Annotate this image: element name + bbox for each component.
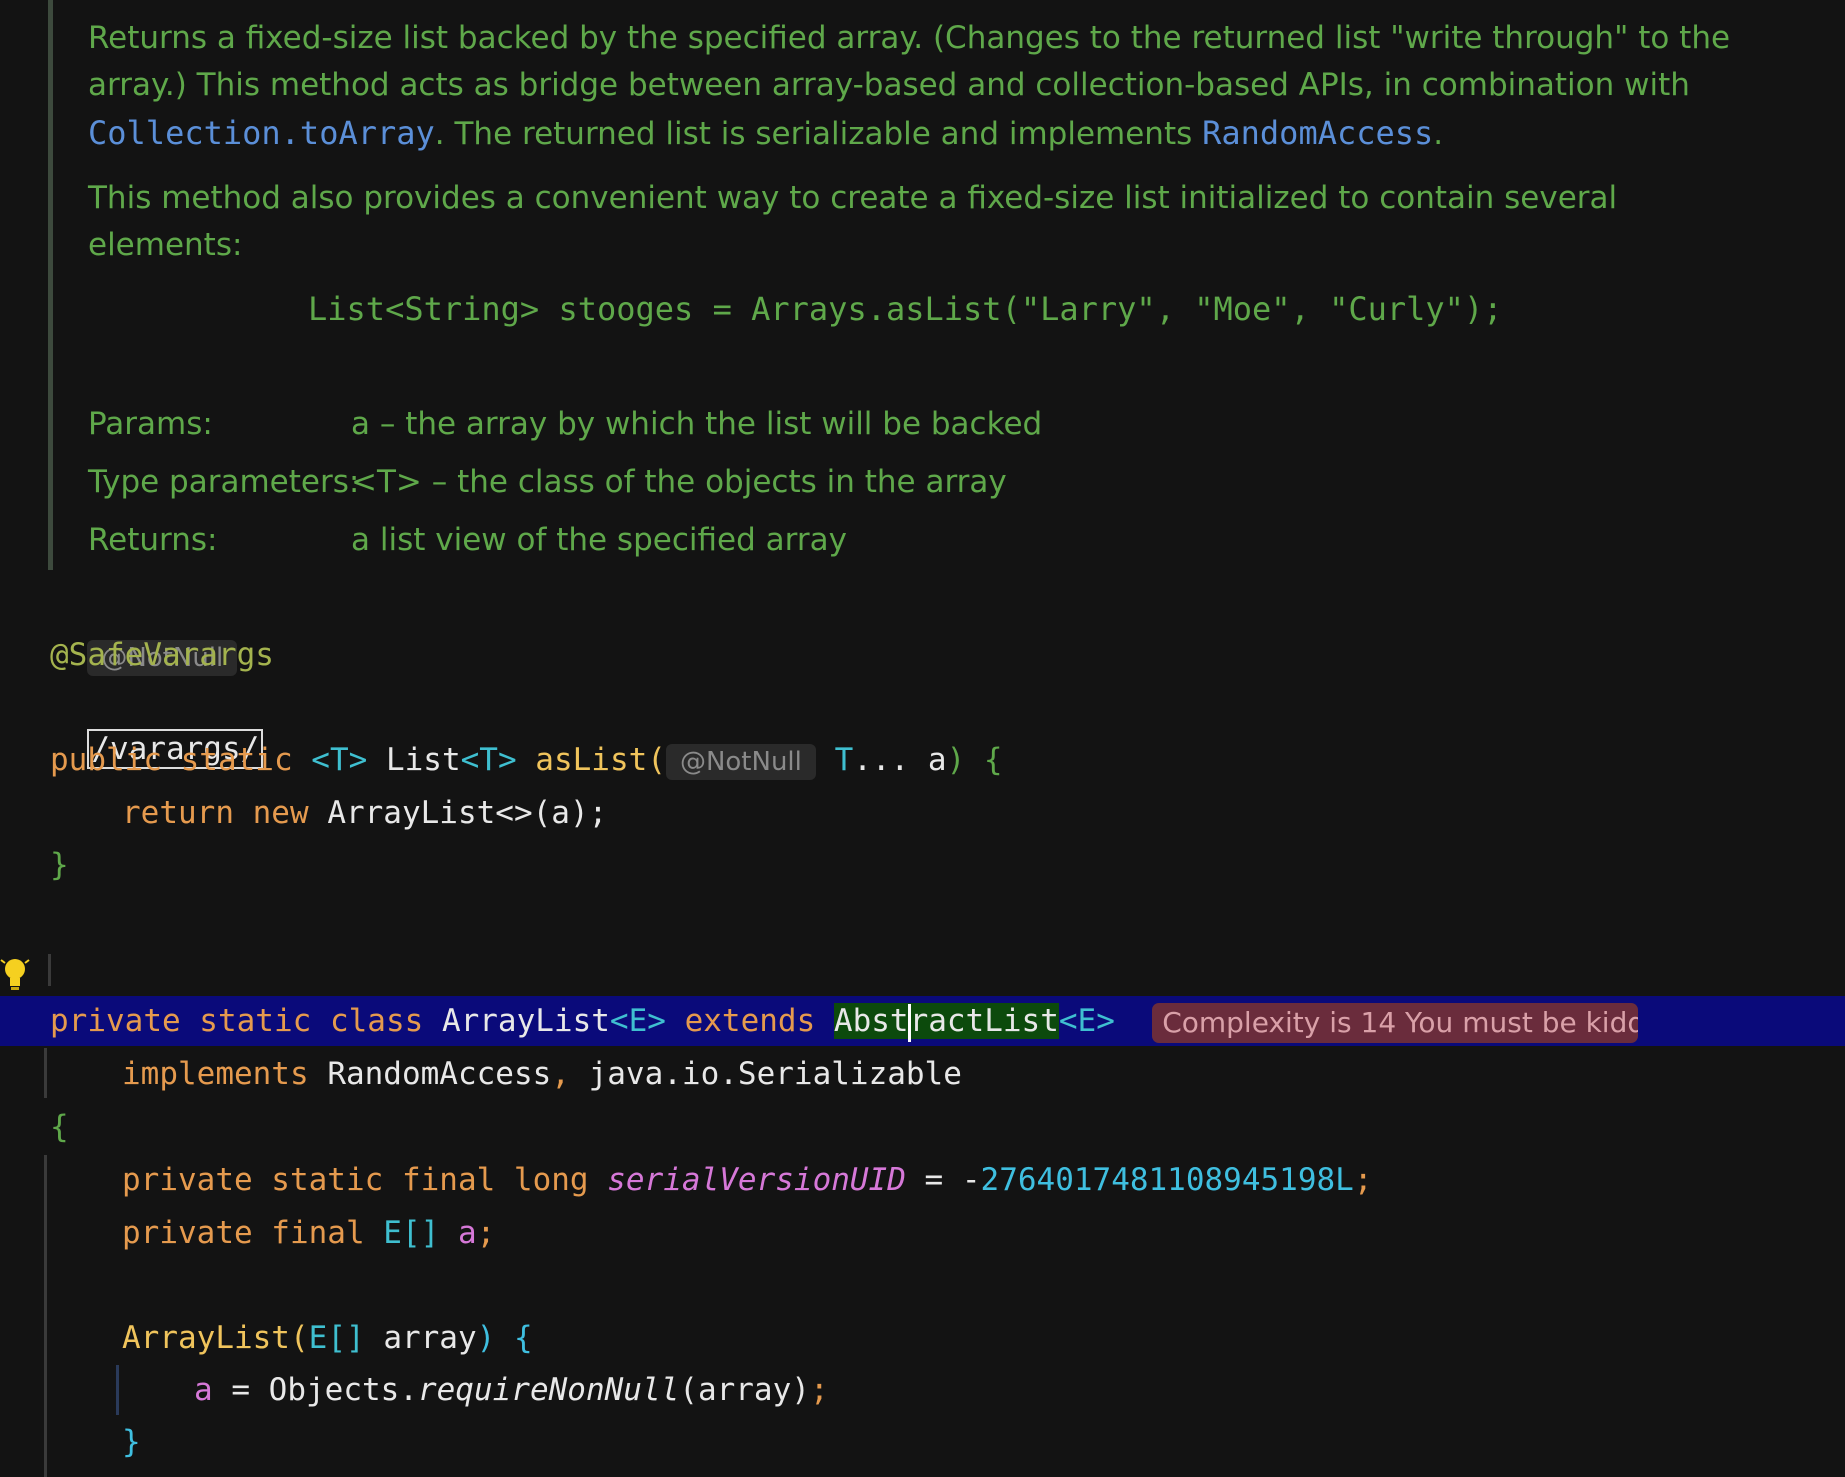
randomaccess-link[interactable]: RandomAccess xyxy=(1202,114,1433,152)
superclass-name[interactable]: AbstractList xyxy=(833,1003,1059,1042)
interface-name: RandomAccess xyxy=(327,1056,552,1092)
code-line-aslist: public static <T> List<T> asList(@NotNul… xyxy=(50,738,1003,782)
type-param: <E> xyxy=(1058,1003,1115,1039)
lightbulb-icon[interactable] xyxy=(0,954,30,994)
keyword: private final xyxy=(122,1215,384,1251)
code-line-class: private static class ArrayList<E> extend… xyxy=(50,999,1639,1043)
code-line-field: private final E[] a; xyxy=(122,1211,495,1255)
param: ... a xyxy=(853,742,947,778)
operator: = - xyxy=(905,1162,981,1198)
paren: ( xyxy=(289,1320,309,1356)
code-line-assign: a = Objects.requireNonNull(array); xyxy=(194,1368,829,1412)
brace: ) { xyxy=(476,1320,533,1356)
notnull-inlay-hint[interactable]: @NotNull xyxy=(665,744,816,780)
keyword: public static xyxy=(50,742,312,778)
type-param: <T> xyxy=(311,742,368,778)
params-value: a – the array by which the list will be … xyxy=(351,406,1043,442)
field-name: serialVersionUID xyxy=(607,1162,906,1198)
type-param: <T> xyxy=(460,742,517,778)
method-name: asList xyxy=(516,742,648,778)
params-label: Params: xyxy=(88,406,213,442)
type-param: T xyxy=(834,742,854,778)
keyword: private static final long xyxy=(122,1162,608,1198)
collection-toarray-link[interactable]: Collection.toArray xyxy=(88,114,435,152)
comma: , xyxy=(551,1056,589,1092)
expression: = Objects. xyxy=(212,1372,418,1408)
semicolon: ; xyxy=(476,1215,496,1251)
method-call: requireNonNull xyxy=(417,1372,680,1408)
returns-label: Returns: xyxy=(88,522,218,558)
keyword: return new xyxy=(122,795,328,831)
javadoc-block: Returns a fixed-size list backed by the … xyxy=(48,0,1773,570)
class-name: ArrayList xyxy=(441,1003,610,1039)
returns-value: a list view of the specified array xyxy=(351,522,847,558)
code-line: @NotNull xyxy=(50,590,238,676)
indent-guide xyxy=(44,1155,47,1477)
code-line-field: private static final long serialVersionU… xyxy=(122,1158,1373,1202)
type-name: E[] xyxy=(383,1215,440,1251)
expression: ArrayList<>(a); xyxy=(327,795,608,831)
code-line-implements: implements RandomAccess, java.io.Seriali… xyxy=(122,1052,962,1096)
paren: ( xyxy=(647,742,666,778)
type-params-value: <T> – the class of the objects in the ar… xyxy=(351,464,1007,500)
keyword: extends xyxy=(665,1003,834,1039)
interface-name: java.io.Serializable xyxy=(588,1056,962,1092)
javadoc-line: Collection.toArray. The returned list is… xyxy=(88,114,1443,152)
code-line-constructor: ArrayList(E[] array) { xyxy=(122,1316,533,1360)
constructor-name: ArrayList xyxy=(122,1320,290,1356)
javadoc-code-example: List<String> stooges = Arrays.asList("La… xyxy=(308,290,1503,328)
keyword: private static class xyxy=(50,1003,442,1039)
type-name: E[] xyxy=(308,1320,365,1356)
javadoc-line: Returns a fixed-size list backed by the … xyxy=(88,20,1731,56)
semicolon: ; xyxy=(809,1372,829,1408)
complexity-badge[interactable]: Complexity is 14 You must be kidding xyxy=(1152,1002,1639,1043)
javadoc-text: . xyxy=(1433,116,1444,152)
javadoc-text: . The returned list is serializable and … xyxy=(434,116,1203,152)
code-line: /varargs/ xyxy=(50,683,264,769)
param: array xyxy=(364,1320,477,1356)
keyword: implements xyxy=(122,1056,328,1092)
javadoc-line: elements: xyxy=(88,227,243,263)
semicolon: ; xyxy=(1353,1162,1373,1198)
field-ref: a xyxy=(194,1372,213,1408)
expression: (array) xyxy=(679,1372,810,1408)
safevarargs-annotation: @SafeVarargs xyxy=(50,637,274,673)
number-literal: 2764017481108945198L xyxy=(980,1162,1354,1198)
type-param: <E> xyxy=(609,1003,666,1039)
javadoc-line: This method also provides a convenient w… xyxy=(88,180,1618,216)
indent-guide xyxy=(116,1365,119,1415)
code-line-return: return new ArrayList<>(a); xyxy=(122,791,607,835)
brace: ) { xyxy=(946,742,1003,778)
type-params-label: Type parameters: xyxy=(88,464,360,500)
opening-brace: { xyxy=(50,1109,69,1145)
indent-guide xyxy=(44,1048,47,1098)
field-name: a xyxy=(439,1215,477,1251)
closing-brace: } xyxy=(122,1424,141,1460)
type-name: List xyxy=(367,742,461,778)
closing-brace: } xyxy=(50,847,69,883)
indent-guide xyxy=(48,954,51,986)
javadoc-line: array.) This method acts as bridge betwe… xyxy=(88,67,1690,103)
